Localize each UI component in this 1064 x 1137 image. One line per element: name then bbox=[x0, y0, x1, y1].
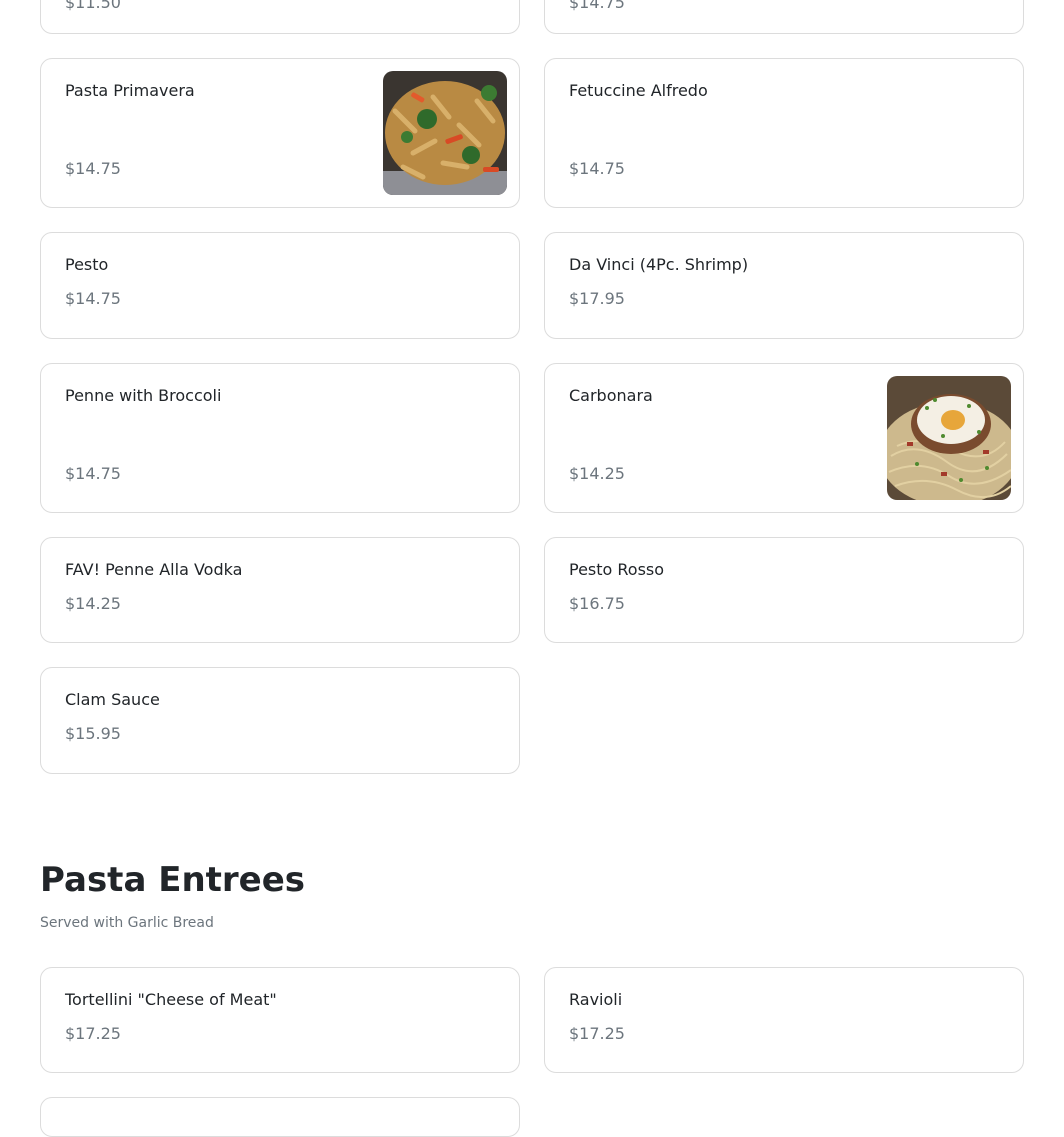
item-price: $15.95 bbox=[65, 724, 121, 743]
menu-item-pesto-rosso[interactable]: Pesto Rosso $16.75 bbox=[544, 537, 1024, 643]
item-price: $14.25 bbox=[569, 464, 625, 483]
carbonara-photo bbox=[887, 376, 1011, 500]
item-name: Fetuccine Alfredo bbox=[569, 81, 708, 100]
menu-item-penne-alla-vodka[interactable]: FAV! Penne Alla Vodka $14.25 bbox=[40, 537, 520, 643]
menu-item-pesto[interactable]: Pesto $14.75 bbox=[40, 232, 520, 339]
item-name: Pesto bbox=[65, 255, 109, 274]
menu-item-pasta-primavera[interactable]: Pasta Primavera $14.75 bbox=[40, 58, 520, 208]
item-price: $16.75 bbox=[569, 594, 625, 613]
section-title: Pasta Entrees bbox=[40, 860, 306, 900]
item-name: Carbonara bbox=[569, 386, 653, 405]
item-price: $14.75 bbox=[65, 464, 121, 483]
menu-item-card[interactable]: $11.50 bbox=[40, 0, 520, 34]
section-subtitle: Served with Garlic Bread bbox=[40, 915, 214, 931]
item-name: Da Vinci (4Pc. Shrimp) bbox=[569, 255, 749, 274]
item-name: Pesto Rosso bbox=[569, 560, 665, 579]
menu-item-clam-sauce[interactable]: Clam Sauce $15.95 bbox=[40, 667, 520, 774]
item-name: FAV! Penne Alla Vodka bbox=[65, 560, 243, 579]
menu-item-card[interactable]: $14.75 bbox=[544, 0, 1024, 34]
item-price: $17.25 bbox=[569, 1024, 625, 1043]
item-name: Penne with Broccoli bbox=[65, 386, 222, 405]
item-name: Pasta Primavera bbox=[65, 81, 195, 100]
item-price: $14.25 bbox=[65, 594, 121, 613]
item-price: $11.50 bbox=[65, 0, 121, 12]
item-price: $17.95 bbox=[569, 289, 625, 308]
item-price: $14.75 bbox=[569, 159, 625, 178]
menu-item-card[interactable] bbox=[40, 1097, 520, 1137]
pasta-primavera-photo bbox=[383, 71, 507, 195]
menu-item-ravioli[interactable]: Ravioli $17.25 bbox=[544, 967, 1024, 1073]
item-name: Clam Sauce bbox=[65, 690, 160, 709]
item-price: $14.75 bbox=[65, 289, 121, 308]
item-name: Ravioli bbox=[569, 990, 623, 1009]
item-name: Tortellini "Cheese of Meat" bbox=[65, 990, 277, 1009]
menu-item-carbonara[interactable]: Carbonara $14.25 bbox=[544, 363, 1024, 513]
menu-item-da-vinci[interactable]: Da Vinci (4Pc. Shrimp) $17.95 bbox=[544, 232, 1024, 339]
menu-item-tortellini[interactable]: Tortellini "Cheese of Meat" $17.25 bbox=[40, 967, 520, 1073]
item-price: $17.25 bbox=[65, 1024, 121, 1043]
item-price: $14.75 bbox=[65, 159, 121, 178]
item-price: $14.75 bbox=[569, 0, 625, 12]
menu-item-penne-with-broccoli[interactable]: Penne with Broccoli $14.75 bbox=[40, 363, 520, 513]
menu-item-fetuccine-alfredo[interactable]: Fetuccine Alfredo $14.75 bbox=[544, 58, 1024, 208]
